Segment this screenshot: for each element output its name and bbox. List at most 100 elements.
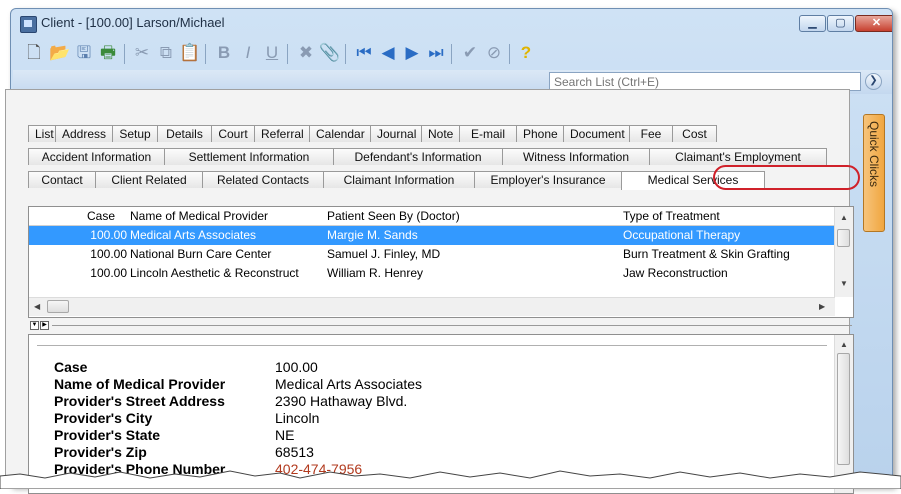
tab-list[interactable]: List: [28, 125, 56, 142]
cancel-icon[interactable]: ⊘: [483, 41, 505, 65]
tab-journal[interactable]: Journal: [370, 125, 422, 142]
table-cell: 100.00: [90, 266, 127, 280]
field-label: Case: [54, 359, 88, 375]
tab-defendant-s-information[interactable]: Defendant's Information: [333, 148, 503, 165]
tab-referral[interactable]: Referral: [254, 125, 310, 142]
detail-scroll-thumb[interactable]: [837, 353, 850, 465]
table-cell: Lincoln Aesthetic & Reconstruct: [130, 266, 299, 280]
chevron-down-icon[interactable]: ❯: [865, 73, 882, 90]
tab-address[interactable]: Address: [55, 125, 113, 142]
toolbar-separator: [451, 44, 452, 64]
title-bar: Client - [100.00] Larson/Michael ▁ ▢ ✕: [11, 9, 892, 37]
last-record-icon[interactable]: ⏭: [425, 41, 447, 65]
table-cell: Occupational Therapy: [623, 228, 741, 242]
tab-employer-s-insurance[interactable]: Employer's Insurance: [474, 171, 622, 188]
tab-row-3: Contact Client Related Related Contacts Cla…: [28, 171, 765, 190]
tab-setup[interactable]: Setup: [112, 125, 158, 142]
highlight-ring: [713, 165, 860, 190]
tab-row-1: List Address Setup Details Court Referral Cale…: [28, 125, 717, 143]
print-icon[interactable]: 🖶: [97, 41, 119, 65]
scroll-up-icon[interactable]: ▲: [840, 340, 848, 349]
previous-record-icon[interactable]: ◀: [377, 41, 399, 65]
first-record-icon[interactable]: ⏮: [353, 41, 375, 65]
grid-hscroll-thumb[interactable]: [47, 300, 69, 313]
scroll-left-icon[interactable]: ◀: [34, 302, 40, 311]
table-row[interactable]: 100.00 National Burn Care Center Samuel J.…: [29, 245, 835, 264]
detail-divider: [37, 345, 827, 346]
tab-calendar[interactable]: Calendar: [309, 125, 371, 142]
tab-contact[interactable]: Contact: [28, 171, 96, 188]
collapse-down-icon[interactable]: ▼: [30, 321, 39, 330]
check-icon[interactable]: ✔: [459, 41, 481, 65]
tab-related-contacts[interactable]: Related Contacts: [202, 171, 324, 188]
field-label: Provider's Street Address: [54, 393, 225, 409]
tab-document[interactable]: Document: [563, 125, 630, 142]
tab-fee[interactable]: Fee: [629, 125, 673, 142]
help-icon[interactable]: ?: [515, 41, 537, 65]
table-cell: William R. Henrey: [327, 266, 424, 280]
cut-icon[interactable]: ✂: [131, 41, 153, 65]
field-value: 2390 Hathaway Blvd.: [275, 393, 408, 409]
close-button[interactable]: ✕: [855, 15, 892, 32]
tab-cost[interactable]: Cost: [672, 125, 717, 142]
column-header-doctor[interactable]: Patient Seen By (Doctor): [327, 207, 617, 225]
grid-header: Case Name of Medical Provider Patient Se…: [29, 207, 835, 226]
tab-accident-information[interactable]: Accident Information: [28, 148, 165, 165]
scroll-right-icon[interactable]: ▶: [819, 302, 825, 311]
paste-icon[interactable]: 📋: [179, 41, 201, 65]
tab-e-mail[interactable]: E-mail: [459, 125, 517, 142]
app-icon: [20, 16, 37, 33]
tab-details[interactable]: Details: [157, 125, 212, 142]
field-value: Medical Arts Associates: [275, 376, 423, 392]
new-document-icon[interactable]: 🗋: [23, 41, 45, 65]
table-cell: Margie M. Sands: [327, 228, 418, 242]
tab-witness-information[interactable]: Witness Information: [502, 148, 650, 165]
toolbar-separator: [205, 44, 206, 64]
attach-icon[interactable]: 📎: [319, 41, 341, 65]
italic-icon[interactable]: I: [237, 41, 259, 65]
window-title: Client - [100.00] Larson/Michael: [41, 15, 225, 30]
toolbar-separator: [509, 44, 510, 64]
copy-icon[interactable]: ⧉: [155, 41, 177, 65]
field-label: Provider's Zip: [54, 444, 147, 460]
tab-note[interactable]: Note: [421, 125, 460, 142]
tab-client-related[interactable]: Client Related: [95, 171, 203, 188]
tab-claimant-s-employment[interactable]: Claimant's Employment: [649, 148, 827, 165]
delete-icon[interactable]: ✖: [295, 41, 317, 65]
toolbar-separator: [345, 44, 346, 64]
underline-icon[interactable]: U: [261, 41, 283, 65]
table-cell: Medical Arts Associates: [130, 228, 257, 242]
tab-court[interactable]: Court: [211, 125, 255, 142]
field-label: Name of Medical Provider: [54, 376, 226, 392]
table-cell: National Burn Care Center: [130, 247, 272, 261]
quick-clicks-tab[interactable]: Quick Clicks: [863, 114, 885, 232]
column-header-provider[interactable]: Name of Medical Provider: [130, 207, 325, 225]
table-row[interactable]: 100.00 Lincoln Aesthetic & Reconstruct Wil…: [29, 264, 835, 283]
splitter-bar[interactable]: ▼ ▶: [28, 319, 854, 333]
grid-horizontal-scrollbar[interactable]: ◀ ▶: [29, 297, 835, 316]
table-cell: Jaw Reconstruction: [623, 266, 728, 280]
maximize-button[interactable]: ▢: [827, 15, 854, 32]
quick-clicks-label: Quick Clicks: [867, 121, 881, 188]
grid-scroll-thumb[interactable]: [837, 229, 850, 247]
scroll-down-icon[interactable]: ▼: [840, 279, 848, 288]
table-row[interactable]: 100.00 Medical Arts Associates Margie M. S…: [29, 226, 835, 245]
tab-settlement-information[interactable]: Settlement Information: [164, 148, 334, 165]
table-cell: 100.00: [90, 247, 127, 261]
tab-row-2: Accident Information Settlement Informati…: [28, 148, 827, 166]
bold-icon[interactable]: B: [213, 41, 235, 65]
scroll-up-icon[interactable]: ▲: [840, 213, 848, 222]
field-label: Provider's City: [54, 410, 153, 426]
column-header-treatment[interactable]: Type of Treatment: [623, 207, 833, 225]
minimize-button[interactable]: ▁: [799, 15, 826, 32]
next-record-icon[interactable]: ▶: [401, 41, 423, 65]
tab-phone[interactable]: Phone: [516, 125, 564, 142]
tab-claimant-information[interactable]: Claimant Information: [323, 171, 475, 188]
splitter-line: [52, 325, 852, 326]
save-icon[interactable]: 🖫: [73, 41, 95, 65]
collapse-right-icon[interactable]: ▶: [40, 321, 49, 330]
field-value: NE: [275, 427, 295, 443]
grid-vertical-scrollbar[interactable]: ▲ ▼: [834, 207, 853, 297]
toolbar-separator: [287, 44, 288, 64]
open-folder-icon[interactable]: 📂: [49, 41, 71, 65]
